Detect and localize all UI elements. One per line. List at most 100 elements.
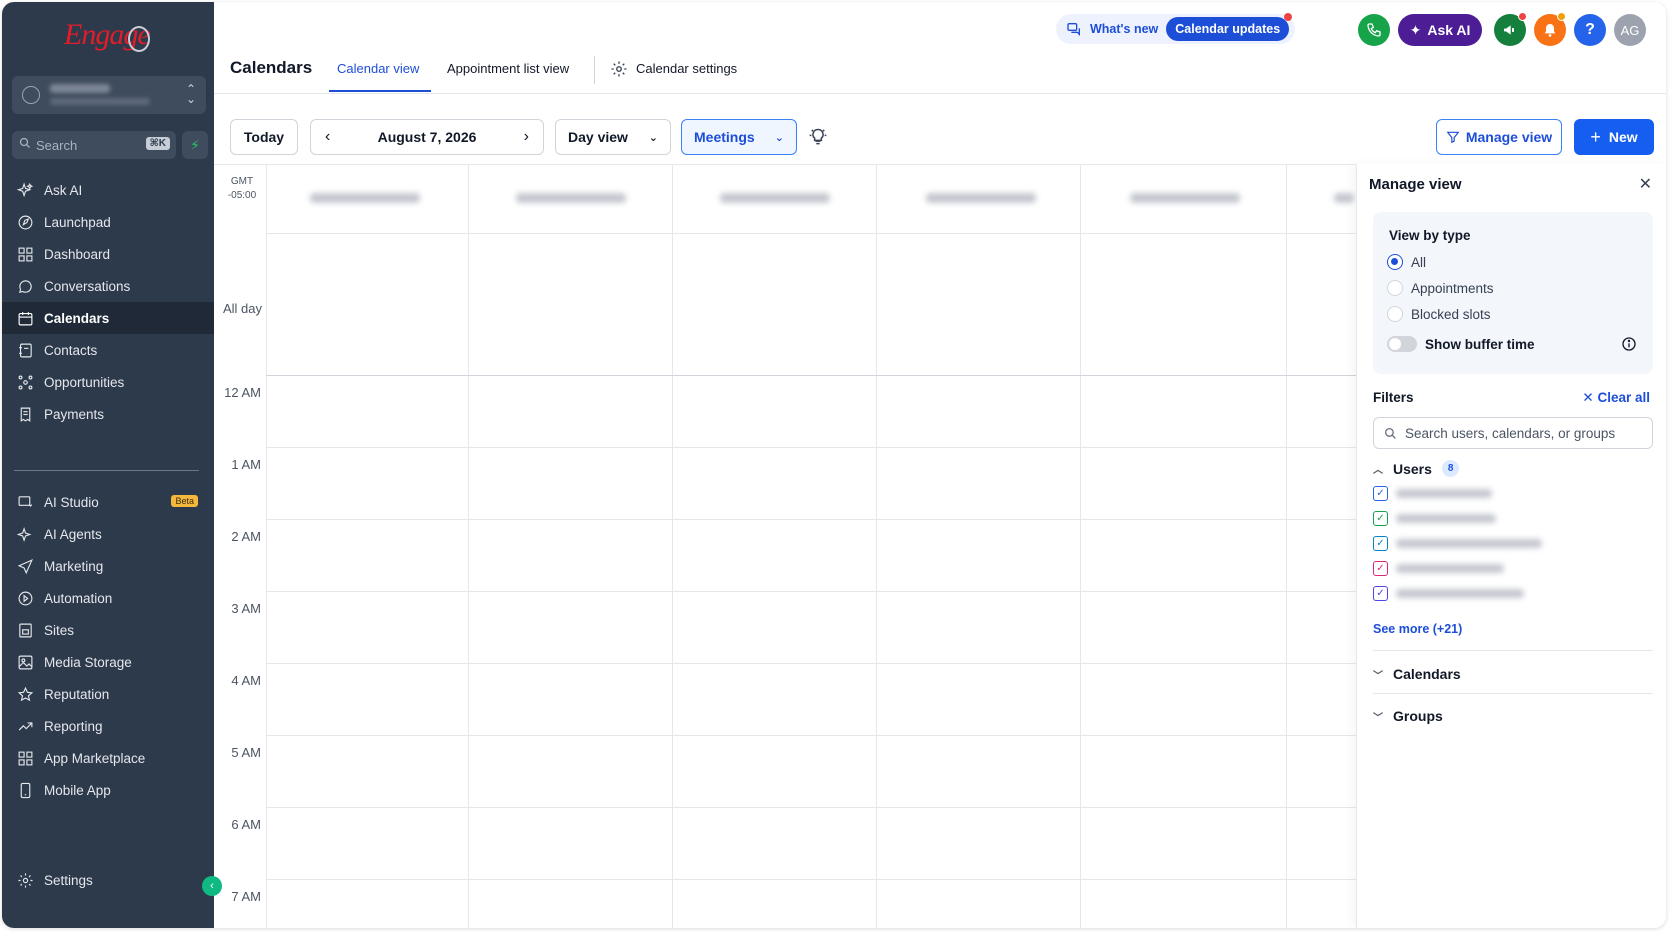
sparkle-icon [16, 181, 34, 199]
user-avatar[interactable]: AG [1614, 14, 1646, 46]
sidebar-item-ask-ai[interactable]: Ask AI [2, 174, 214, 206]
phone-call-button[interactable] [1358, 14, 1390, 46]
active-tab-indicator [329, 90, 431, 92]
calendar-icon [16, 309, 34, 327]
sidebar-item-marketing[interactable]: Marketing [2, 550, 214, 582]
sidebar-item-automation[interactable]: Automation [2, 582, 214, 614]
tab-appointment-list-view[interactable]: Appointment list view [447, 61, 569, 76]
sidebar-item-conversations[interactable]: Conversations [2, 270, 214, 302]
checkbox-checked-icon[interactable]: ✓ [1373, 561, 1388, 576]
sidebar-item-dashboard[interactable]: Dashboard [2, 238, 214, 270]
hour-label: 3 AM [231, 601, 261, 616]
info-icon[interactable] [1621, 336, 1637, 352]
sidebar-item-label: Mobile App [44, 782, 111, 798]
sidebar-item-settings[interactable]: Settings [2, 864, 214, 896]
beta-badge: Beta [171, 495, 198, 507]
chevron-left-icon[interactable]: ‹ [325, 128, 330, 146]
radio-button[interactable] [1387, 280, 1403, 296]
sidebar-item-calendars[interactable]: Calendars [2, 302, 214, 334]
account-switcher[interactable]: ⌃ ⌄ [12, 76, 206, 114]
sidebar-item-contacts[interactable]: Contacts [2, 334, 214, 366]
meetings-filter-select[interactable]: Meetings ⌄ [681, 119, 797, 155]
user-filter-item[interactable]: ✓ [1373, 536, 1542, 551]
view-select[interactable]: Day view ⌄ [555, 119, 671, 155]
radio-appointments[interactable]: Appointments [1387, 280, 1494, 296]
user-column-header-redacted[interactable] [1334, 193, 1354, 203]
chevron-right-icon[interactable]: › [524, 128, 529, 146]
sidebar-item-app-marketplace[interactable]: App Marketplace [2, 742, 214, 774]
today-button[interactable]: Today [230, 119, 298, 155]
sidebar-item-label: Payments [44, 406, 105, 422]
hour-line [266, 519, 1356, 520]
radio-blocked-slots[interactable]: Blocked slots [1387, 306, 1491, 322]
quick-action-bolt-icon[interactable]: ⚡ [182, 131, 208, 159]
sidebar-item-ai-agents[interactable]: AI Agents [2, 518, 214, 550]
sidebar-search[interactable]: Search ⌘K [12, 131, 176, 159]
filter-search-input[interactable] [1405, 425, 1645, 441]
whats-new-banner[interactable]: What's new Calendar updates [1056, 13, 1296, 44]
user-filter-item[interactable]: ✓ [1373, 486, 1492, 501]
help-button[interactable]: ? [1574, 14, 1606, 46]
user-filter-item[interactable]: ✓ [1373, 561, 1504, 576]
groups-label: Groups [1393, 708, 1443, 724]
search-shortcut: ⌘K [145, 137, 170, 150]
user-filter-item[interactable]: ✓ [1373, 511, 1496, 526]
sidebar-item-ai-studio[interactable]: AI Studio Beta [2, 486, 214, 518]
clear-all-button[interactable]: ✕ Clear all [1582, 390, 1650, 406]
close-icon[interactable]: ✕ [1639, 174, 1652, 194]
sidebar-item-opportunities[interactable]: Opportunities [2, 366, 214, 398]
lightbulb-icon[interactable] [808, 127, 828, 147]
sidebar-item-label: Sites [44, 622, 75, 638]
hour-label: 6 AM [231, 817, 261, 832]
apps-icon [16, 749, 34, 767]
sidebar-item-media-storage[interactable]: Media Storage [2, 646, 214, 678]
users-section-header[interactable]: ︿ Users 8 [1373, 460, 1460, 477]
sidebar-item-sites[interactable]: Sites [2, 614, 214, 646]
sidebar-item-label: Marketing [44, 558, 104, 574]
page-title: Calendars [230, 58, 313, 77]
user-column-header-redacted[interactable] [516, 193, 626, 203]
radio-all[interactable]: All [1387, 254, 1426, 270]
checkbox-checked-icon[interactable]: ✓ [1373, 511, 1388, 526]
logo-mark-icon [128, 26, 150, 52]
collapse-sidebar-chevron-left-icon[interactable]: ‹ [202, 876, 222, 896]
checkbox-checked-icon[interactable]: ✓ [1373, 486, 1388, 501]
search-icon [1384, 427, 1396, 439]
sidebar: Engage ⌃ ⌄ Search ⌘K ⚡ Ask AI Launchpad D… [2, 2, 214, 928]
user-column-header-redacted[interactable] [1130, 193, 1240, 203]
current-date[interactable]: August 7, 2026 [378, 129, 477, 145]
hour-label: 4 AM [231, 673, 261, 688]
sidebar-item-mobile-app[interactable]: Mobile App [2, 774, 214, 806]
image-icon [16, 653, 34, 671]
user-column-header-redacted[interactable] [926, 193, 1036, 203]
star-icon [16, 685, 34, 703]
checkbox-checked-icon[interactable]: ✓ [1373, 536, 1388, 551]
tab-calendar-view[interactable]: Calendar view [337, 61, 419, 76]
notifications-button[interactable] [1534, 12, 1566, 46]
grid-column-line [1286, 165, 1287, 928]
sidebar-item-label: Opportunities [44, 374, 125, 390]
radio-button[interactable] [1387, 306, 1403, 322]
sidebar-item-reporting[interactable]: Reporting [2, 710, 214, 742]
help-icon: ? [1585, 21, 1595, 38]
sidebar-item-reputation[interactable]: Reputation [2, 678, 214, 710]
calendars-section-header[interactable]: ﹀ Calendars [1373, 666, 1461, 682]
user-filter-item[interactable]: ✓ [1373, 586, 1524, 601]
tab-calendar-settings[interactable]: Calendar settings [636, 61, 737, 76]
checkbox-checked-icon[interactable]: ✓ [1373, 586, 1388, 601]
ask-ai-button[interactable]: ✦ Ask AI [1398, 14, 1482, 46]
manage-view-button[interactable]: Manage view [1436, 119, 1562, 155]
sidebar-item-launchpad[interactable]: Launchpad [2, 206, 214, 238]
show-buffer-time-toggle[interactable] [1387, 336, 1417, 352]
user-column-header-redacted[interactable] [310, 193, 420, 203]
sparkle-icon: ✦ [1409, 21, 1422, 38]
calendar-updates-pill[interactable]: Calendar updates [1166, 13, 1293, 41]
user-name-redacted [1396, 564, 1504, 573]
announcements-button[interactable] [1494, 12, 1527, 46]
groups-section-header[interactable]: ﹀ Groups [1373, 708, 1443, 724]
user-column-header-redacted[interactable] [720, 193, 830, 203]
see-more-link[interactable]: See more (+21) [1373, 622, 1462, 636]
radio-button-selected[interactable] [1387, 254, 1403, 270]
sidebar-item-payments[interactable]: Payments [2, 398, 214, 430]
new-button[interactable]: + New [1574, 119, 1654, 155]
